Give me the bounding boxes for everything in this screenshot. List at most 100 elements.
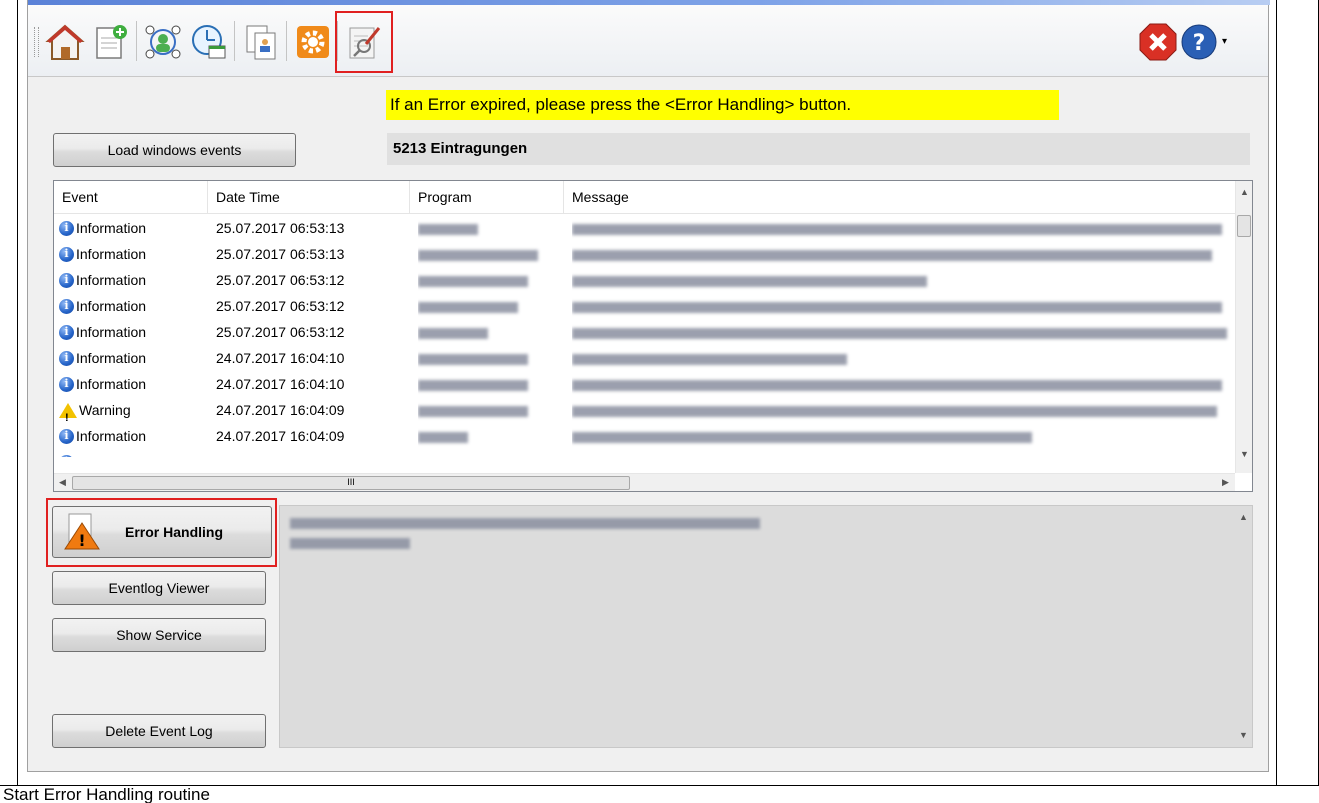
- new-document-button[interactable]: [88, 19, 134, 65]
- message-cell-redacted: [572, 397, 1232, 423]
- date-time-cell: 24.07.2017 16:04:10: [216, 376, 345, 392]
- date-time-cell: 24.07.2017 16:04:10: [216, 350, 345, 366]
- delete-event-log-button[interactable]: Delete Event Log: [52, 714, 266, 748]
- scheduler-clock-icon: [192, 25, 226, 59]
- settings-gear-icon: [297, 26, 329, 58]
- app-window: ? ▾ If an Error expired, please press th…: [27, 0, 1270, 772]
- date-time-cell: 24.07.2017 16:04:09: [216, 428, 345, 444]
- copy-documents-icon: [246, 25, 276, 60]
- scroll-right-arrow[interactable]: ▶: [1222, 477, 1229, 488]
- date-time-cell: 25.07.2017 06:53:13: [216, 220, 345, 236]
- frame-left-border: [17, 0, 18, 786]
- column-header-message[interactable]: Message: [564, 181, 1235, 213]
- warning-icon: [59, 403, 77, 423]
- table-row-partial[interactable]: [54, 449, 1235, 457]
- settings-button[interactable]: [290, 19, 336, 65]
- error-expired-banner: If an Error expired, please press the <E…: [386, 90, 1059, 120]
- table-row[interactable]: Information 24.07.2017 16:04:09: [54, 423, 1235, 449]
- toolbar-separator: [234, 21, 235, 61]
- message-cell-redacted: [572, 371, 1232, 397]
- scroll-down-arrow[interactable]: ▼: [1240, 449, 1249, 459]
- highlight-edit-search: [335, 11, 393, 73]
- table-row[interactable]: Information 25.07.2017 06:53:13: [54, 241, 1235, 267]
- message-cell-redacted: [572, 293, 1232, 319]
- event-type-cell: Information: [59, 241, 208, 267]
- list-horizontal-scroll-thumb[interactable]: III: [72, 476, 630, 490]
- entry-count-label: 5213 Eintragungen: [387, 133, 1250, 165]
- scheduler-button[interactable]: [186, 19, 232, 65]
- program-cell-redacted: [418, 267, 558, 293]
- list-horizontal-scrollbar[interactable]: ◀ III ▶: [54, 473, 1235, 491]
- toolbar-separator: [286, 21, 287, 61]
- event-type-cell: Information: [59, 345, 208, 371]
- details-redacted-line: [290, 534, 410, 550]
- message-cell-redacted: [572, 423, 1232, 449]
- event-details-pane[interactable]: ▲ ▼: [279, 505, 1253, 748]
- close-button[interactable]: [1135, 19, 1181, 65]
- information-icon: [59, 371, 74, 397]
- table-row[interactable]: Warning 24.07.2017 16:04:09: [54, 397, 1235, 423]
- information-icon: [59, 215, 74, 241]
- event-type-label: Information: [76, 324, 147, 340]
- date-time-cell: 25.07.2017 06:53:13: [216, 246, 345, 262]
- help-dropdown-arrow[interactable]: ▾: [1222, 36, 1227, 47]
- event-type-label: Information: [76, 220, 147, 236]
- table-row[interactable]: Information 24.07.2017 16:04:10: [54, 345, 1235, 371]
- home-button[interactable]: [42, 19, 88, 65]
- show-service-button[interactable]: Show Service: [52, 618, 266, 652]
- table-row[interactable]: Information 25.07.2017 06:53:12: [54, 293, 1235, 319]
- table-row[interactable]: Information 25.07.2017 06:53:12: [54, 267, 1235, 293]
- details-scroll-up-arrow[interactable]: ▲: [1239, 512, 1248, 522]
- toolbar-grip[interactable]: [34, 27, 39, 57]
- column-header-program[interactable]: Program: [410, 181, 564, 213]
- event-type-label: Information: [76, 376, 147, 392]
- program-cell-redacted: [418, 293, 558, 319]
- information-icon: [59, 449, 74, 457]
- help-button[interactable]: ?: [1176, 19, 1222, 65]
- message-cell-redacted: [572, 345, 1232, 371]
- date-time-cell: 24.07.2017 16:04:09: [216, 402, 345, 418]
- home-icon: [45, 24, 85, 60]
- new-document-icon: [96, 25, 127, 59]
- information-icon: [59, 241, 74, 267]
- table-row[interactable]: Information 25.07.2017 06:53:13: [54, 215, 1235, 241]
- toolbar-separator: [136, 21, 137, 61]
- program-cell-redacted: [418, 345, 558, 371]
- column-header-event[interactable]: Event: [54, 181, 208, 213]
- help-icon: ?: [1181, 24, 1217, 60]
- message-cell-redacted: [572, 267, 1232, 293]
- list-vertical-scroll-thumb[interactable]: [1237, 215, 1251, 237]
- network-users-icon: [145, 25, 181, 59]
- event-list[interactable]: Event Date Time Program Message Informat…: [53, 180, 1253, 492]
- information-icon: [59, 267, 74, 293]
- close-error-icon: [1139, 23, 1177, 61]
- program-cell-redacted: [418, 397, 558, 423]
- column-header-date-time[interactable]: Date Time: [208, 181, 410, 213]
- event-type-label: Information: [76, 298, 147, 314]
- details-scroll-down-arrow[interactable]: ▼: [1239, 730, 1248, 740]
- figure-caption: Start Error Handling routine: [3, 787, 210, 803]
- event-list-header: Event Date Time Program Message: [54, 181, 1235, 214]
- load-windows-events-button[interactable]: Load windows events: [53, 133, 296, 167]
- table-row[interactable]: Information 24.07.2017 16:04:10: [54, 371, 1235, 397]
- event-type-cell: Information: [59, 293, 208, 319]
- information-icon: [59, 319, 74, 345]
- table-row[interactable]: Information 25.07.2017 06:53:12: [54, 319, 1235, 345]
- date-time-cell: 25.07.2017 06:53:12: [216, 324, 345, 340]
- event-type-cell: Information: [59, 423, 208, 449]
- date-time-cell: 25.07.2017 06:53:12: [216, 298, 345, 314]
- details-vertical-scrollbar[interactable]: ▲ ▼: [1235, 506, 1252, 747]
- information-icon: [59, 345, 74, 371]
- event-type-label: Information: [76, 272, 147, 288]
- frame-right-border: [1276, 0, 1277, 786]
- information-icon: [59, 293, 74, 319]
- list-vertical-scrollbar[interactable]: ▲ ▼: [1235, 181, 1252, 473]
- copy-documents-button[interactable]: [238, 19, 284, 65]
- date-time-cell: 25.07.2017 06:53:12: [216, 272, 345, 288]
- scroll-left-arrow[interactable]: ◀: [59, 477, 66, 488]
- scroll-up-arrow[interactable]: ▲: [1240, 187, 1249, 197]
- event-type-label: Information: [76, 350, 147, 366]
- program-cell-redacted: [418, 215, 558, 241]
- network-users-button[interactable]: [140, 19, 186, 65]
- eventlog-viewer-button[interactable]: Eventlog Viewer: [52, 571, 266, 605]
